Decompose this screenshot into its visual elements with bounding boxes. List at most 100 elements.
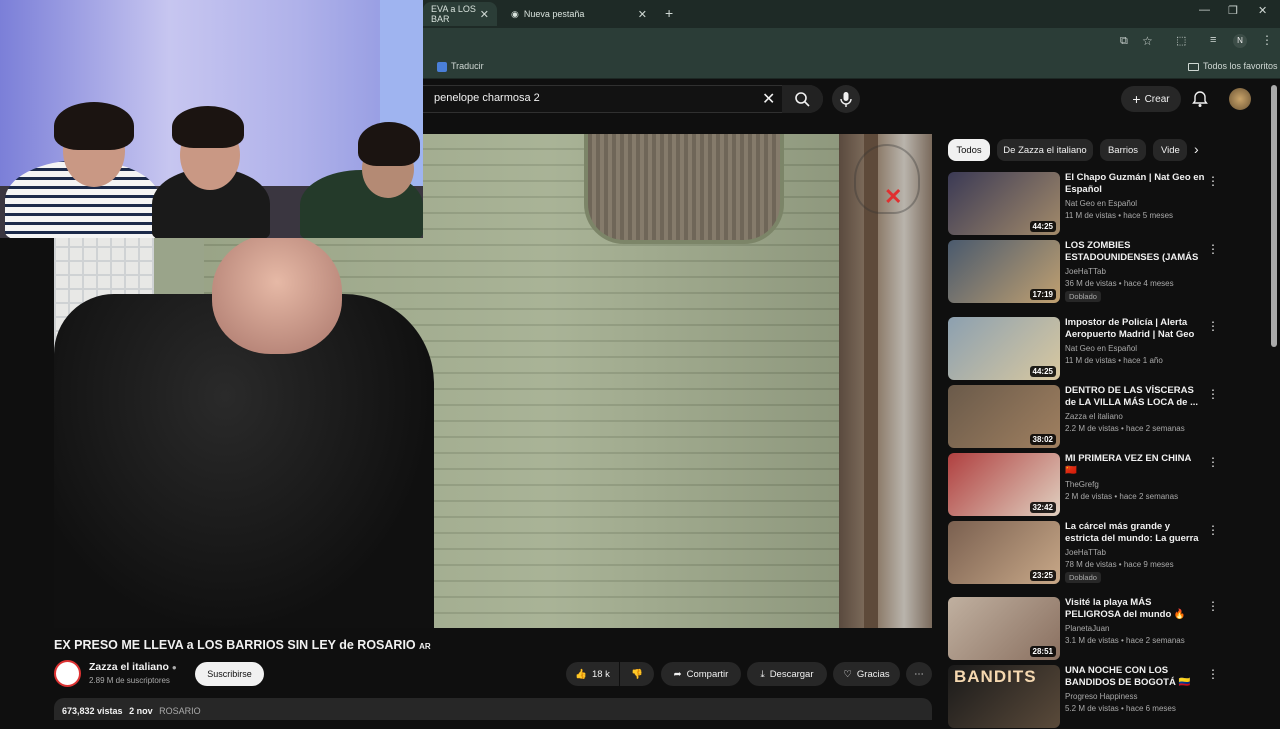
video-thumbnail[interactable]: 44:25 bbox=[948, 172, 1060, 235]
channel-name[interactable]: Zazza el italiano ● bbox=[89, 661, 177, 673]
profile-avatar[interactable]: N bbox=[1233, 34, 1247, 48]
extensions-icon[interactable]: ⬚ bbox=[1176, 34, 1186, 47]
duration-badge: 17:19 bbox=[1029, 289, 1056, 300]
recommendation-title: DENTRO DE LAS VÍSCERAS de LA VILLA MÁS L… bbox=[1065, 385, 1198, 408]
chip-videos[interactable]: Vide bbox=[1153, 139, 1187, 161]
recommendation-title: Visité la playa MÁS PELIGROSA del mundo … bbox=[1065, 597, 1186, 620]
tab-title: Nueva pestaña bbox=[523, 9, 585, 19]
tab-video[interactable]: EVA a LOS BAR ✕ bbox=[423, 2, 497, 26]
all-favorites[interactable]: Todos los favoritos bbox=[1188, 61, 1278, 71]
video-thumbnail[interactable]: 28:51 bbox=[948, 597, 1060, 660]
recommendation-meta: 2 M de vistas • hace 2 semanas bbox=[1065, 492, 1179, 501]
chip-channel[interactable]: De Zazza el italiano bbox=[997, 139, 1093, 161]
recommendation-item[interactable]: 44:25 Impostor de Policía | Alerta Aeropu… bbox=[948, 317, 1219, 381]
recommendation-channel: PlanetaJuan bbox=[1065, 624, 1110, 633]
tab-title: EVA a LOS BAR bbox=[431, 4, 476, 24]
globe-icon: ◉ bbox=[511, 8, 519, 19]
channel-avatar[interactable] bbox=[54, 660, 81, 687]
recommendation-item[interactable]: 28:51 Visité la playa MÁS PELIGROSA del m… bbox=[948, 597, 1219, 661]
thumbnail-text: BANDITS bbox=[954, 667, 1037, 686]
recommendation-item[interactable]: 44:25 El Chapo Guzmán | Nat Geo en Españo… bbox=[948, 172, 1219, 236]
recommendation-item[interactable]: BANDITS UNA NOCHE CON LOS BANDIDOS DE BOG… bbox=[948, 665, 1219, 729]
more-options-icon[interactable]: ⋮ bbox=[1207, 319, 1219, 333]
close-tab-icon[interactable]: ✕ bbox=[480, 8, 489, 21]
clear-search-icon[interactable]: ✕ bbox=[762, 89, 775, 109]
bookmarks-bar: Traducir Todos los favoritos bbox=[423, 55, 1280, 79]
more-options-icon[interactable]: ⋮ bbox=[1207, 523, 1219, 537]
close-tab-icon[interactable]: ✕ bbox=[638, 8, 647, 21]
hashtag[interactable]: ROSARIO bbox=[159, 706, 201, 716]
search-input[interactable]: penelope charmosa 2 bbox=[434, 92, 540, 104]
thanks-label: Gracias bbox=[856, 668, 890, 680]
recommendation-channel: JoeHaTTab bbox=[1065, 267, 1106, 276]
video-thumbnail[interactable]: 44:25 bbox=[948, 317, 1060, 380]
cast-icon[interactable]: ⧉ bbox=[1120, 35, 1128, 48]
restore-icon[interactable]: ❐ bbox=[1228, 4, 1238, 17]
tab-new[interactable]: ◉ Nueva pestaña ✕ bbox=[503, 2, 655, 26]
duration-badge: 23:25 bbox=[1029, 570, 1056, 581]
recommendation-meta: 11 M de vistas • hace 1 año bbox=[1065, 356, 1163, 365]
video-thumbnail[interactable]: 23:25 bbox=[948, 521, 1060, 584]
thanks-button[interactable]: ♡ Gracias bbox=[833, 662, 900, 686]
voice-search-button[interactable] bbox=[832, 85, 860, 113]
star-icon[interactable]: ☆ bbox=[1142, 34, 1153, 48]
recommendation-item[interactable]: 17:19 LOS ZOMBIES ESTADOUNIDENSES (JAMÁS … bbox=[948, 240, 1219, 304]
video-thumbnail[interactable]: 32:42 bbox=[948, 453, 1060, 516]
duration-badge: 44:25 bbox=[1029, 221, 1056, 232]
webcam-overlay bbox=[0, 0, 423, 238]
more-options-icon[interactable]: ⋮ bbox=[1207, 242, 1219, 256]
share-label: Compartir bbox=[686, 668, 729, 680]
recommendation-channel: Nat Geo en Español bbox=[1065, 344, 1138, 353]
recommendation-title: MI PRIMERA VEZ EN CHINA 🇨🇳 bbox=[1065, 453, 1191, 476]
account-avatar[interactable] bbox=[1229, 88, 1251, 110]
description-box[interactable]: 673,832 vistas 2 nov ROSARIO bbox=[54, 698, 932, 720]
search-button[interactable] bbox=[782, 85, 823, 113]
recommendation-item[interactable]: 23:25 La cárcel más grande y estricta del… bbox=[948, 521, 1219, 585]
notifications-button[interactable] bbox=[1192, 90, 1208, 113]
recommendation-channel: JoeHaTTab bbox=[1065, 548, 1106, 557]
more-options-icon[interactable]: ⋮ bbox=[1207, 387, 1219, 401]
dislike-button[interactable]: 👎 bbox=[620, 662, 654, 686]
recommendation-meta: 36 M de vistas • hace 4 meses bbox=[1065, 279, 1174, 288]
more-options-icon[interactable]: ⋮ bbox=[1207, 455, 1219, 469]
subscribe-button[interactable]: Suscribirse bbox=[195, 662, 264, 686]
channel-name-text: Zazza el italiano bbox=[89, 661, 169, 673]
bookmark-translate[interactable]: Traducir bbox=[437, 61, 484, 72]
chip-barrios[interactable]: Barrios bbox=[1100, 139, 1146, 161]
search-icon bbox=[795, 92, 810, 107]
recommendation-item[interactable]: 32:42 MI PRIMERA VEZ EN CHINA 🇨🇳 TheGrefg 2… bbox=[948, 453, 1219, 517]
download-button[interactable]: ⤓ Descargar bbox=[747, 662, 827, 686]
new-tab-button[interactable]: + bbox=[665, 5, 673, 21]
menu-icon[interactable]: ⋮ bbox=[1261, 33, 1273, 47]
download-icon: ⤓ bbox=[760, 668, 765, 680]
like-count: 18 k bbox=[591, 668, 610, 680]
bell-icon bbox=[1192, 91, 1208, 107]
chevron-right-icon[interactable]: › bbox=[1194, 141, 1199, 157]
upload-date: 2 nov bbox=[129, 706, 153, 716]
dubbed-badge: Doblado bbox=[1065, 572, 1101, 583]
video-window bbox=[584, 134, 784, 244]
like-button[interactable]: 👍 18 k bbox=[566, 662, 619, 686]
more-actions-button[interactable]: ⋯ bbox=[906, 662, 932, 686]
recommendation-item[interactable]: 38:02 DENTRO DE LAS VÍSCERAS de LA VILLA … bbox=[948, 385, 1219, 449]
video-thumbnail[interactable]: 17:19 bbox=[948, 240, 1060, 303]
media-icon[interactable]: ≡ bbox=[1210, 34, 1216, 46]
more-options-icon[interactable]: ⋮ bbox=[1207, 174, 1219, 188]
scrollbar[interactable] bbox=[1271, 85, 1277, 347]
recommendation-meta: 3.1 M de vistas • hace 2 semanas bbox=[1065, 636, 1185, 645]
recommendation-channel: TheGrefg bbox=[1065, 480, 1099, 489]
create-button[interactable]: + Crear bbox=[1121, 86, 1181, 112]
duration-badge: 44:25 bbox=[1029, 366, 1056, 377]
minimize-icon[interactable]: — bbox=[1199, 4, 1210, 16]
more-options-icon[interactable]: ⋮ bbox=[1207, 667, 1219, 681]
close-window-icon[interactable]: ✕ bbox=[1258, 4, 1267, 17]
translate-icon bbox=[437, 61, 447, 72]
chip-all[interactable]: Todos bbox=[948, 139, 990, 161]
more-options-icon[interactable]: ⋮ bbox=[1207, 599, 1219, 613]
video-thumbnail[interactable]: 38:02 bbox=[948, 385, 1060, 448]
duration-badge: 28:51 bbox=[1029, 646, 1056, 657]
share-button[interactable]: ➦ Compartir bbox=[661, 662, 741, 686]
verified-icon: ● bbox=[171, 663, 177, 672]
mic-icon bbox=[840, 92, 852, 107]
video-thumbnail[interactable]: BANDITS bbox=[948, 665, 1060, 728]
